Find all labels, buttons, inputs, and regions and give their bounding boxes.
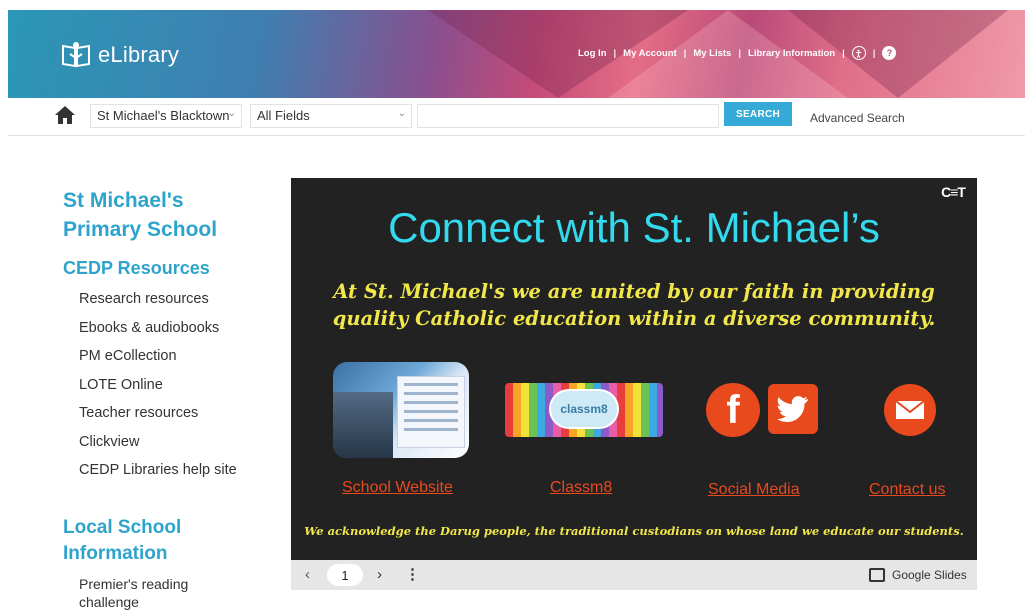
elibrary-logo[interactable]: eLibrary [60,40,179,70]
cedp-resource-list: Research resources Ebooks & audiobooks P… [79,285,263,485]
sidebar-item-ebooks-audiobooks[interactable]: Ebooks & audiobooks [79,314,263,343]
link-separator: | [842,47,845,59]
embedded-slide: C≡T Connect with St. Michael’s At St. Mi… [291,178,977,560]
section-title-cedp: CEDP Resources [63,258,210,278]
sidebar: St Michael's Primary School CEDP Resourc… [63,186,263,610]
sidebar-item-lote-online[interactable]: LOTE Online [79,371,263,400]
link-separator: | [738,47,742,59]
top-links: Log In | My Account | My Lists | Library… [578,46,897,60]
home-icon[interactable] [54,105,76,125]
envelope-icon [895,400,925,419]
facebook-icon[interactable]: f [706,383,760,437]
search-input[interactable] [417,104,719,128]
google-slides-icon[interactable] [869,568,885,582]
my-lists-link[interactable]: My Lists [693,48,731,59]
chevron-down-icon: ⌄ [397,108,406,119]
twitter-bird-icon [777,396,808,422]
tagline-line: quality Catholic education within a dive… [332,307,936,330]
cet-logo: C≡T [941,184,966,200]
section-title-local: Local School Information [63,515,263,567]
my-account-link[interactable]: My Account [623,48,676,59]
field-select-value: All Fields [257,108,310,123]
students-photo [333,392,393,458]
sidebar-item-clickview[interactable]: Clickview [79,428,263,457]
sidebar-item-pm-ecollection[interactable]: PM eCollection [79,342,263,371]
sidebar-item-cedp-help[interactable]: CEDP Libraries help site [79,456,263,485]
app-root: eLibrary Log In | My Account | My Lists … [0,0,1025,610]
school-title[interactable]: St Michael's Primary School [63,186,263,244]
library-select-value: St Michael's Blacktown [97,108,230,123]
accessibility-icon[interactable] [851,46,866,60]
page-number: 1 [327,564,363,586]
more-options-icon[interactable]: ⋮ [405,565,420,583]
sidebar-item-research-resources[interactable]: Research resources [79,285,263,314]
link-separator: | [872,47,876,59]
sidebar-item-teacher-resources[interactable]: Teacher resources [79,399,263,428]
field-select[interactable]: All Fields ⌄ [250,104,412,128]
school-website-thumbnail[interactable] [333,362,469,458]
school-title-line: Primary School [63,218,218,241]
link-separator: | [683,47,687,59]
school-website-link[interactable]: School Website [342,479,453,497]
book-reader-icon [62,42,90,68]
logo-text: eLibrary [98,42,180,67]
local-title-line: Local School [63,516,182,538]
slide-title: Connect with St. Michael’s [388,204,880,251]
search-button[interactable]: SEARCH [724,102,792,126]
slide-tagline: At St. Michael's we are united by our fa… [291,278,977,332]
acknowledgement-text: We acknowledge the Darug people, the tra… [304,524,964,538]
advanced-search-link[interactable]: Advanced Search [810,111,905,125]
prev-slide-button[interactable]: ‹ [305,566,310,583]
accessibility-figure-icon [856,49,862,58]
contact-us-link[interactable]: Contact us [869,481,945,499]
search-bar: St Michael's Blacktown ⌄ All Fields ⌄ SE… [8,98,1025,136]
website-screenshot [397,376,465,448]
classm8-logo[interactable]: classm8 [505,383,663,437]
next-slide-button[interactable]: › [377,566,382,583]
social-media-link[interactable]: Social Media [708,481,800,499]
library-select[interactable]: St Michael's Blacktown ⌄ [90,104,242,128]
chevron-down-icon: ⌄ [227,108,236,119]
google-slides-link[interactable]: Google Slides [892,568,967,582]
sidebar-item-premiers-reading[interactable]: Premier's reading [79,575,263,593]
classm8-link[interactable]: Classm8 [550,479,612,497]
mail-icon[interactable] [884,384,936,436]
school-title-line: St Michael's [63,189,184,212]
twitter-icon[interactable] [768,384,818,434]
slide-controls: ‹ 1 › ⋮ Google Slides [291,560,977,590]
library-information-link[interactable]: Library Information [748,48,835,59]
cloud-icon: classm8 [549,389,619,429]
local-info-list: Premier's reading challenge [79,575,263,610]
login-link[interactable]: Log In [578,48,607,59]
sidebar-item-premiers-reading-cont[interactable]: challenge [79,593,263,610]
local-title-line: Information [63,542,168,564]
tagline-line: At St. Michael's we are united by our fa… [333,280,935,303]
header-banner: eLibrary Log In | My Account | My Lists … [8,10,1025,98]
link-separator: | [613,47,617,59]
help-icon[interactable]: ? [882,46,897,60]
